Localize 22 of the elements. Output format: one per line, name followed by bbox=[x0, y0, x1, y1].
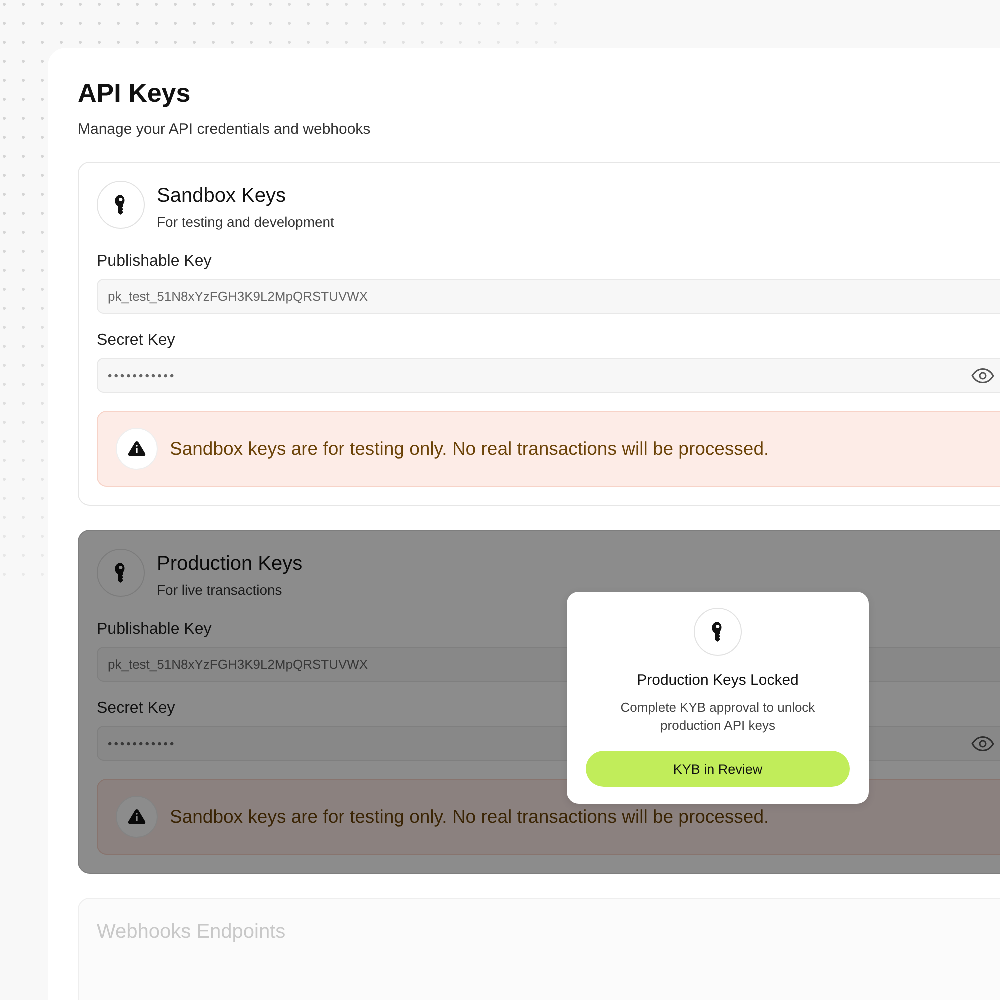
card-subtitle: For testing and development bbox=[157, 214, 334, 230]
card-subtitle: For live transactions bbox=[157, 582, 284, 598]
card-title: Production Keys bbox=[157, 553, 303, 576]
info-icon bbox=[116, 428, 158, 470]
secret-key-field[interactable]: ••••••••••• bbox=[97, 358, 1000, 393]
card-title: Sandbox Keys bbox=[157, 185, 287, 208]
kyb-status-button[interactable]: KYB in Review bbox=[586, 751, 850, 787]
key-icon bbox=[97, 181, 145, 229]
field-label: Publishable Key bbox=[97, 253, 212, 271]
notice-text: Sandbox keys are for testing only. No real transactions will be processed. bbox=[170, 438, 770, 460]
key-field[interactable]: pk_test_51N8xYzFGH3K9L2MpQRSTUVWX bbox=[97, 279, 1000, 314]
page-title: API Keys bbox=[78, 78, 192, 109]
notice-text: Sandbox keys are for testing only. No real transactions will be processed. bbox=[170, 806, 770, 828]
key-icon bbox=[97, 549, 145, 597]
page-subtitle: Manage your API credentials and webhooks bbox=[78, 121, 372, 138]
eye-icon[interactable] bbox=[971, 736, 995, 752]
field-label: Secret Key bbox=[97, 700, 176, 718]
key-icon bbox=[694, 608, 742, 656]
field-label: Secret Key bbox=[97, 332, 176, 350]
info-icon bbox=[116, 796, 158, 838]
eye-icon[interactable] bbox=[971, 368, 995, 384]
field-label: Publishable Key bbox=[97, 621, 212, 639]
